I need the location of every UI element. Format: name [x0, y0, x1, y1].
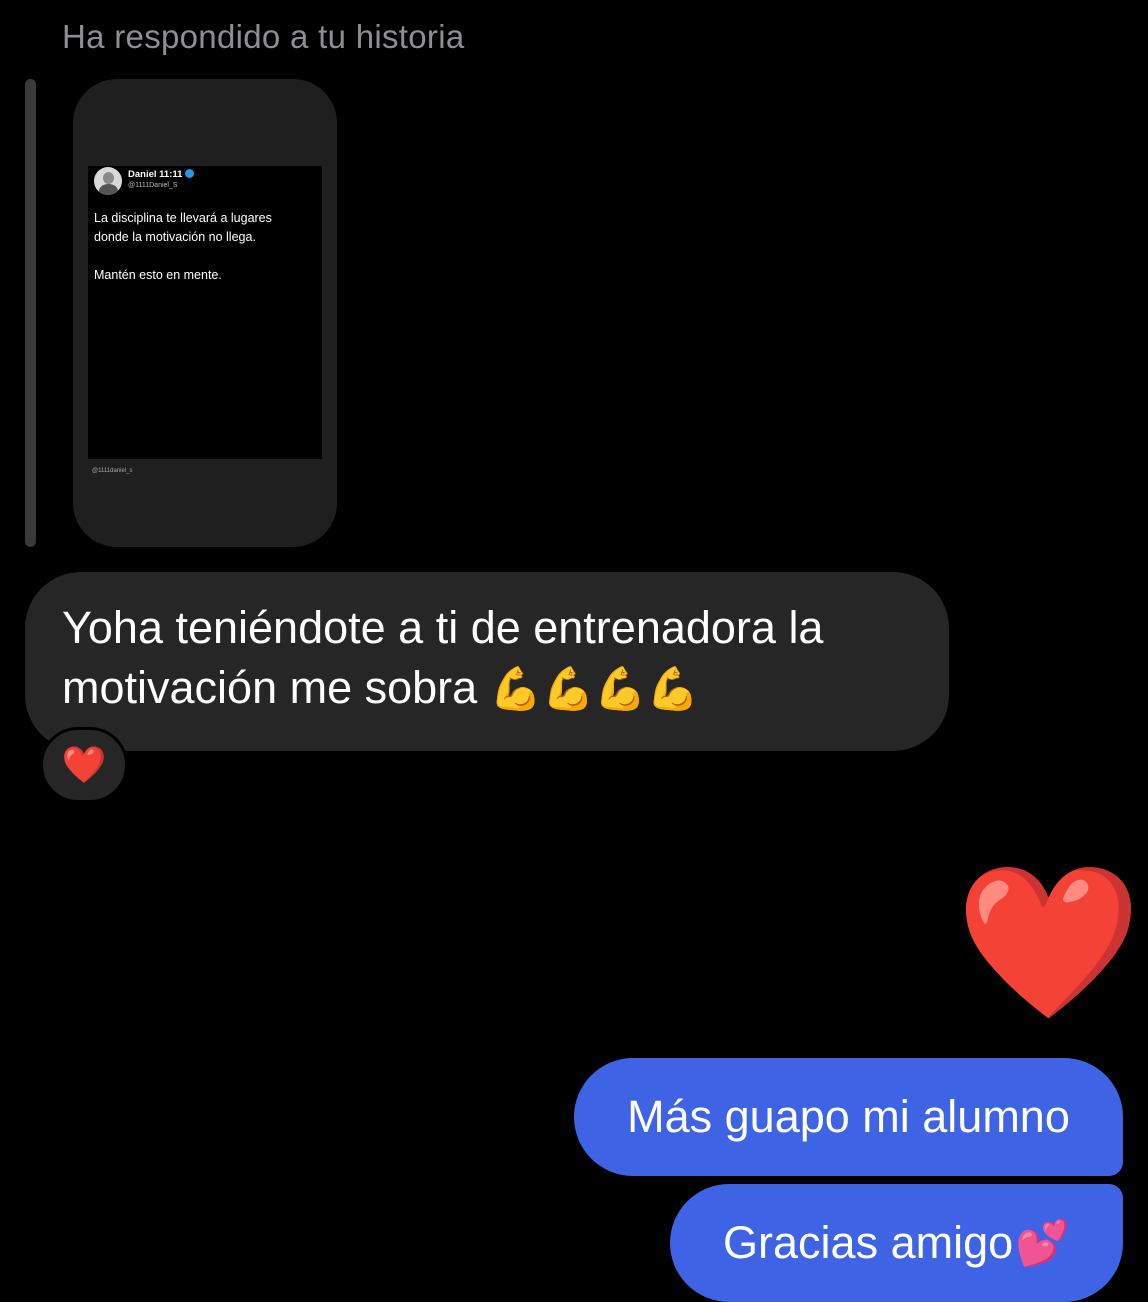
heart-sticker[interactable]: ❤️: [955, 862, 1142, 1022]
story-watermark: @1111daniel_s: [92, 468, 133, 474]
incoming-message-text: Yoha teniéndote a ti de entrenadora la m…: [62, 598, 922, 719]
avatar-icon: [94, 167, 122, 195]
tweet-line-1: La disciplina te llevará a lugares donde…: [94, 211, 272, 244]
tweet-author: Daniel 11:11: [128, 168, 195, 180]
outgoing-message[interactable]: Gracias amigo 💕: [670, 1184, 1123, 1302]
message-reaction[interactable]: ❤️: [40, 727, 128, 803]
reply-note: Ha respondido a tu historia: [62, 18, 465, 55]
incoming-message-body: Yoha teniéndote a ti de entrenadora la m…: [62, 602, 824, 713]
tweet-text: La disciplina te llevará a lugares donde…: [94, 209, 304, 285]
tweet-line-2: Mantén esto en mente.: [94, 268, 222, 282]
story-preview[interactable]: Daniel 11:11 @1111Daniel_S La disciplina…: [73, 79, 337, 547]
tweet-handle: @1111Daniel_S: [128, 182, 178, 189]
incoming-message[interactable]: Yoha teniéndote a ti de entrenadora la m…: [25, 572, 949, 751]
tweet-author-name: Daniel 11:11: [128, 169, 183, 180]
two-hearts-icon: 💕: [1015, 1219, 1070, 1268]
reply-indicator-bar: [25, 79, 36, 547]
verified-badge-icon: [185, 168, 195, 178]
red-heart-icon: ❤️: [61, 744, 107, 785]
outgoing-message-text: Más guapo mi alumno: [627, 1091, 1070, 1142]
outgoing-message-text: Gracias amigo: [723, 1217, 1014, 1268]
flexed-biceps-icon: 💪💪💪💪: [489, 665, 699, 712]
outgoing-message[interactable]: Más guapo mi alumno: [574, 1058, 1123, 1176]
